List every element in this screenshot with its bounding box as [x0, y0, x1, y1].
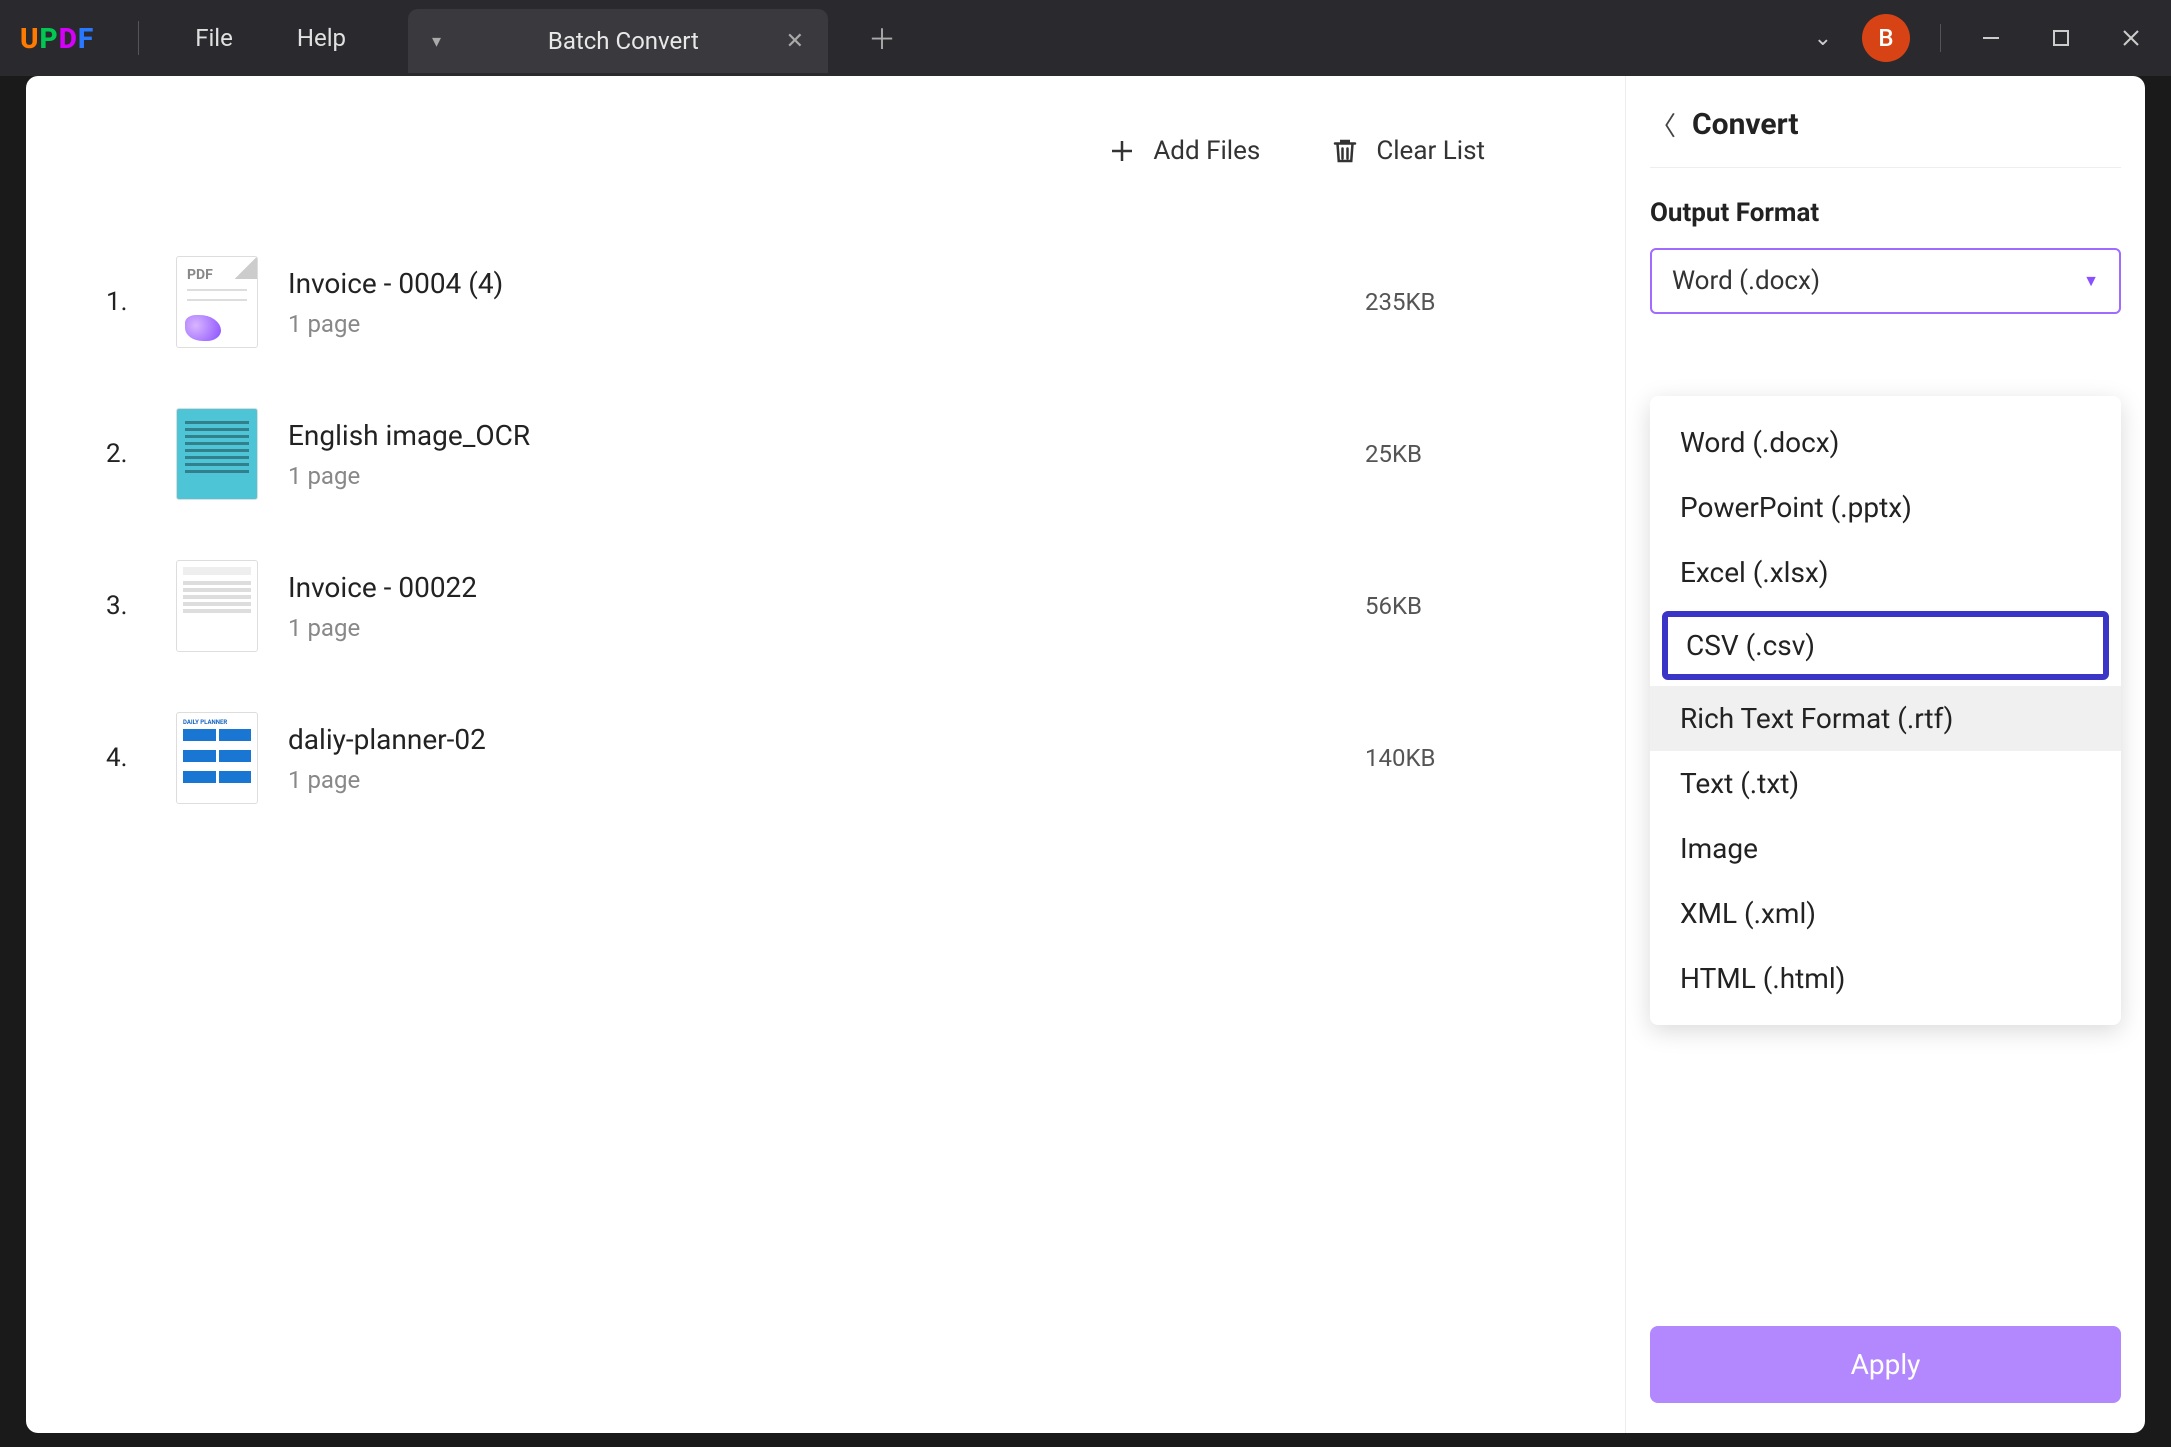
output-format-label: Output Format — [1650, 198, 2121, 228]
panel-title: Convert — [1692, 107, 1798, 142]
file-number: 3. — [106, 591, 146, 621]
file-pages: 1 page — [288, 462, 1335, 490]
output-format-select[interactable]: Word (.docx) ▼ — [1650, 248, 2121, 314]
format-option-excel[interactable]: Excel (.xlsx) — [1650, 540, 2121, 605]
file-name: daliy-planner-02 — [288, 723, 1335, 756]
file-row[interactable]: 2. English image_OCR 1 page 25KB — [106, 378, 1545, 530]
file-meta: Invoice - 0004 (4) 1 page — [288, 267, 1335, 338]
file-thumbnail: DAILY PLANNER — [176, 712, 258, 804]
tab-batch-convert[interactable]: ▾ Batch Convert ✕ — [408, 9, 828, 73]
file-row[interactable]: 1. PDF Invoice - 0004 (4) 1 page 235KB — [106, 226, 1545, 378]
back-icon[interactable]: 〈 — [1650, 106, 1676, 143]
file-name: Invoice - 00022 — [288, 571, 1335, 604]
file-row[interactable]: 4. DAILY PLANNER daliy-planner-02 1 page… — [106, 682, 1545, 834]
menu-file[interactable]: File — [163, 24, 265, 52]
panel-header: 〈 Convert — [1650, 106, 2121, 168]
format-option-powerpoint[interactable]: PowerPoint (.pptx) — [1650, 475, 2121, 540]
divider — [1940, 24, 1941, 52]
file-number: 4. — [106, 743, 146, 773]
file-meta: daliy-planner-02 1 page — [288, 723, 1335, 794]
file-size: 140KB — [1365, 744, 1545, 772]
avatar[interactable]: B — [1862, 14, 1910, 62]
apply-button[interactable]: Apply — [1650, 1326, 2121, 1403]
file-size: 56KB — [1365, 592, 1545, 620]
file-list: 1. PDF Invoice - 0004 (4) 1 page 235KB 2… — [106, 206, 1545, 854]
format-option-xml[interactable]: XML (.xml) — [1650, 881, 2121, 946]
titlebar: UPDF File Help ▾ Batch Convert ✕ ＋ ⌄ B — [0, 0, 2171, 76]
main-area: Add Files Clear List 1. PDF Invoice - 00… — [26, 76, 1625, 1433]
tab-close-icon[interactable]: ✕ — [786, 29, 804, 54]
format-option-text[interactable]: Text (.txt) — [1650, 751, 2121, 816]
format-option-image[interactable]: Image — [1650, 816, 2121, 881]
account-dropdown-icon[interactable]: ⌄ — [1814, 26, 1832, 51]
file-thumbnail: PDF — [176, 256, 258, 348]
plus-icon — [1107, 136, 1137, 166]
file-meta: Invoice - 00022 1 page — [288, 571, 1335, 642]
add-files-label: Add Files — [1153, 136, 1260, 166]
file-pages: 1 page — [288, 614, 1335, 642]
tab-dropdown-icon[interactable]: ▾ — [432, 31, 441, 52]
file-row[interactable]: 3. Invoice - 00022 1 page 56KB — [106, 530, 1545, 682]
convert-panel: 〈 Convert Output Format Word (.docx) ▼ W… — [1625, 76, 2145, 1433]
clear-list-label: Clear List — [1376, 136, 1485, 166]
file-number: 2. — [106, 439, 146, 469]
file-pages: 1 page — [288, 766, 1335, 794]
trash-icon — [1330, 136, 1360, 166]
new-tab-button[interactable]: ＋ — [868, 18, 896, 58]
file-number: 1. — [106, 287, 146, 317]
file-size: 25KB — [1365, 440, 1545, 468]
file-name: English image_OCR — [288, 419, 1335, 452]
file-thumbnail — [176, 560, 258, 652]
format-option-rtf[interactable]: Rich Text Format (.rtf) — [1650, 686, 2121, 751]
file-size: 235KB — [1365, 288, 1545, 316]
window-close-icon[interactable] — [2111, 28, 2151, 48]
file-pages: 1 page — [288, 310, 1335, 338]
titlebar-right: ⌄ B — [1814, 14, 2151, 62]
tab-title: Batch Convert — [501, 27, 746, 55]
app-body: Add Files Clear List 1. PDF Invoice - 00… — [26, 76, 2145, 1433]
format-option-html[interactable]: HTML (.html) — [1650, 946, 2121, 1011]
file-meta: English image_OCR 1 page — [288, 419, 1335, 490]
divider — [138, 21, 139, 55]
format-option-word[interactable]: Word (.docx) — [1650, 410, 2121, 475]
add-files-button[interactable]: Add Files — [1107, 136, 1260, 166]
file-name: Invoice - 0004 (4) — [288, 267, 1335, 300]
window-minimize-icon[interactable] — [1971, 28, 2011, 48]
chevron-down-icon: ▼ — [2083, 271, 2099, 291]
window-maximize-icon[interactable] — [2041, 29, 2081, 47]
menu-help[interactable]: Help — [265, 24, 378, 52]
selected-format-value: Word (.docx) — [1672, 266, 1820, 296]
format-option-csv[interactable]: CSV (.csv) — [1662, 611, 2109, 680]
list-toolbar: Add Files Clear List — [106, 116, 1545, 206]
file-thumbnail — [176, 408, 258, 500]
format-dropdown: Word (.docx) PowerPoint (.pptx) Excel (.… — [1650, 396, 2121, 1025]
clear-list-button[interactable]: Clear List — [1330, 136, 1485, 166]
app-logo: UPDF — [20, 22, 94, 55]
